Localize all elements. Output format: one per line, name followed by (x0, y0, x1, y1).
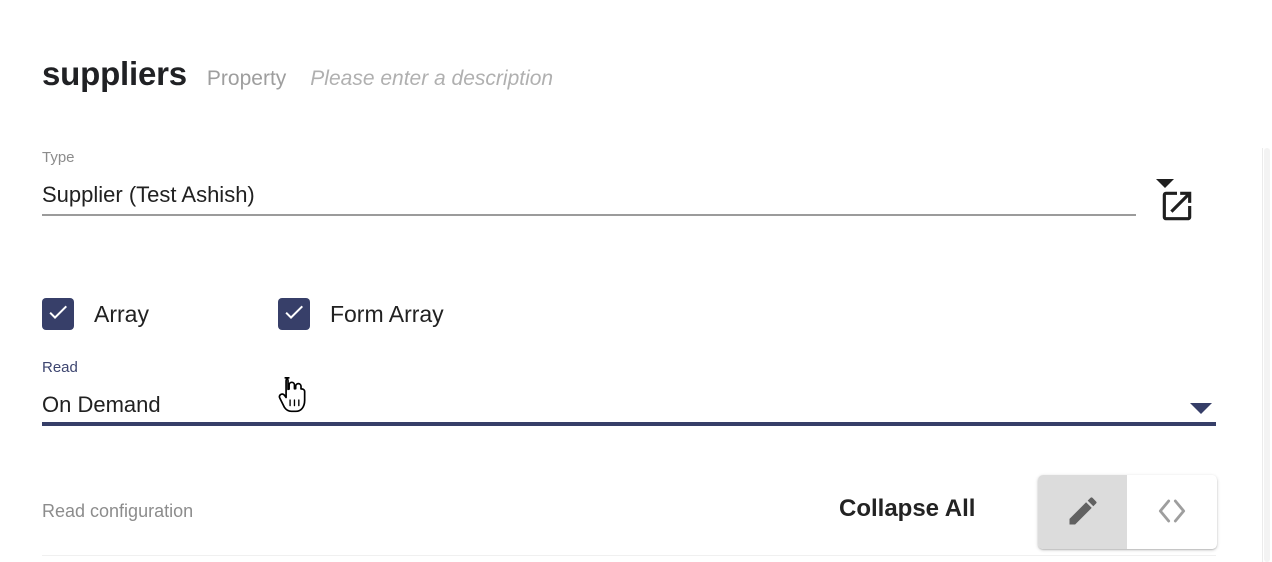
read-field-control[interactable]: On Demand (42, 384, 1216, 426)
section-divider (42, 555, 1216, 556)
checkbox-array-label: Array (94, 301, 149, 327)
pencil-icon (1065, 493, 1101, 532)
code-brackets-icon (1152, 491, 1192, 534)
view-mode-toggle-group (1038, 475, 1217, 549)
property-editor-page: suppliers Property Please enter a descri… (0, 0, 1272, 562)
edit-mode-button[interactable] (1038, 475, 1127, 549)
type-field-underline (42, 214, 1136, 216)
type-field-control[interactable]: Supplier (Test Ashish) (42, 174, 1174, 216)
read-configuration-label: Read configuration (42, 501, 194, 521)
page-title: suppliers (42, 55, 187, 92)
type-field-value: Supplier (Test Ashish) (42, 182, 255, 207)
open-in-new-icon (1158, 187, 1196, 228)
open-in-new-button[interactable] (1156, 186, 1198, 228)
chevron-down-icon[interactable] (1190, 403, 1212, 414)
type-field-label: Type (42, 149, 75, 166)
read-field-value: On Demand (42, 392, 161, 417)
vertical-scrollbar[interactable] (1264, 148, 1270, 562)
checkbox-array-box[interactable] (42, 298, 74, 330)
checkbox-array[interactable]: Array (42, 298, 149, 330)
array-options-row: Array Form Array (42, 298, 444, 330)
read-field[interactable]: Read On Demand (42, 358, 1216, 426)
content-edge-divider (1262, 148, 1263, 562)
property-kind-label: Property (206, 67, 287, 90)
checkbox-form-array[interactable]: Form Array (277, 298, 444, 330)
check-icon (46, 300, 70, 329)
page-header: suppliers Property Please enter a descri… (42, 52, 553, 101)
collapse-all-button[interactable]: Collapse All (839, 492, 975, 526)
checkbox-form-array-label: Form Array (329, 301, 444, 327)
description-input[interactable]: Please enter a description (310, 57, 553, 101)
check-icon (282, 300, 306, 329)
checkbox-form-array-box[interactable] (277, 298, 310, 330)
read-field-label: Read (42, 359, 78, 376)
read-field-underline (42, 422, 1216, 426)
code-mode-button[interactable] (1127, 475, 1216, 549)
type-field[interactable]: Type Supplier (Test Ashish) (42, 148, 1174, 216)
